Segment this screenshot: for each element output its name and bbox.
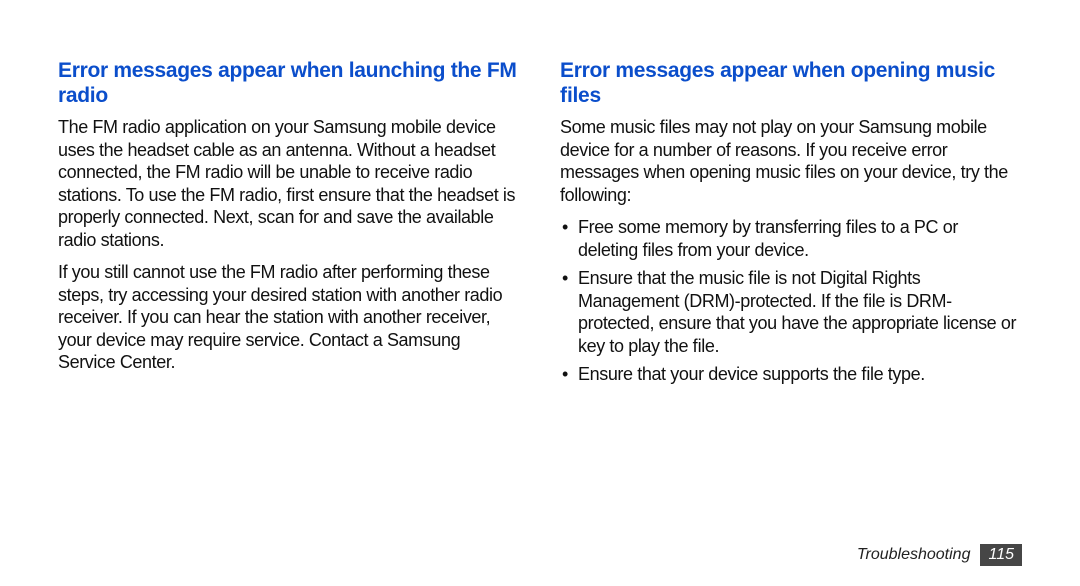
fm-radio-paragraph-2: If you still cannot use the FM radio aft… — [58, 261, 520, 374]
list-item: Ensure that the music ﬁle is not Digital… — [560, 267, 1022, 357]
music-files-paragraph: Some music ﬁles may not play on your Sam… — [560, 116, 1022, 206]
music-files-heading: Error messages appear when opening music… — [560, 58, 1022, 108]
music-files-bullet-list: Free some memory by transferring ﬁles to… — [560, 216, 1022, 392]
fm-radio-heading: Error messages appear when launching the… — [58, 58, 520, 108]
right-column: Error messages appear when opening music… — [540, 58, 1022, 556]
fm-radio-paragraph-1: The FM radio application on your Samsung… — [58, 116, 520, 251]
footer-section-label: Troubleshooting — [857, 546, 971, 564]
list-item: Free some memory by transferring ﬁles to… — [560, 216, 1022, 261]
page-footer: Troubleshooting 115 — [857, 544, 1022, 566]
left-column: Error messages appear when launching the… — [58, 58, 540, 556]
list-item: Ensure that your device supports the ﬁle… — [560, 363, 1022, 386]
manual-page: Error messages appear when launching the… — [0, 0, 1080, 586]
footer-page-number: 115 — [980, 544, 1022, 566]
